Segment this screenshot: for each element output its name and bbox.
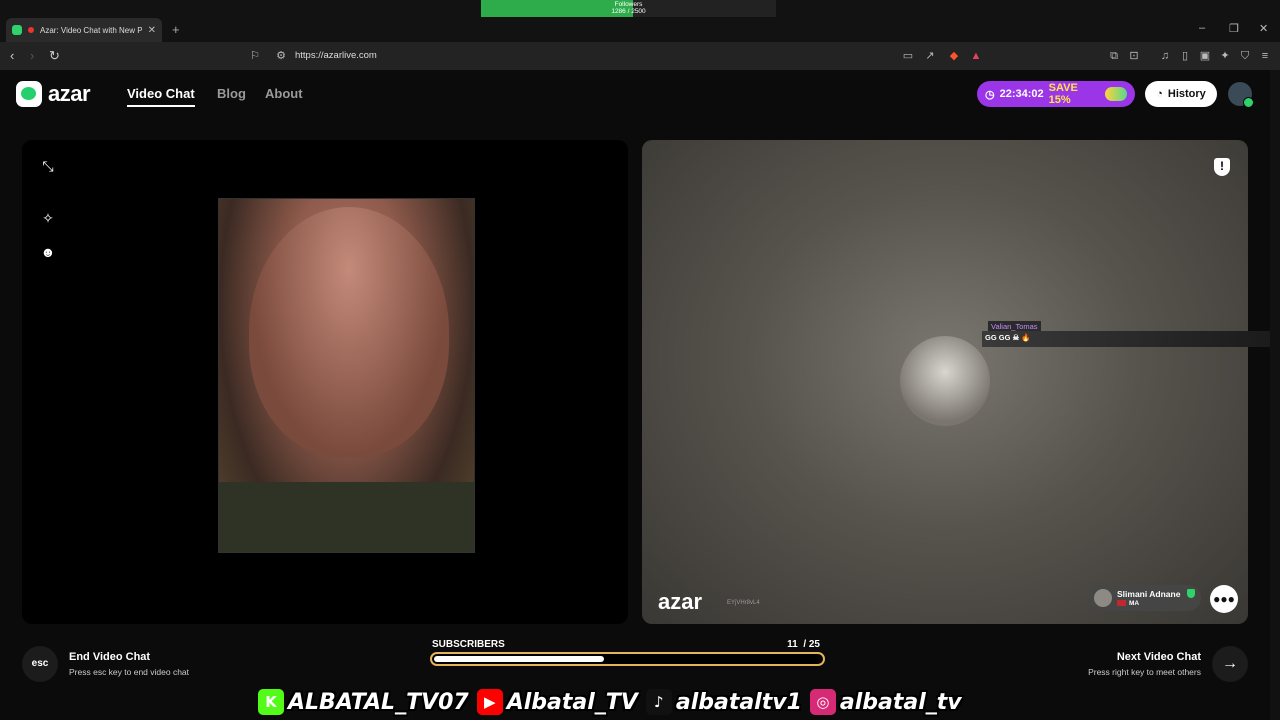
leo-ai-icon[interactable]: ✦: [1218, 49, 1232, 63]
extensions-icon[interactable]: ⧉: [1107, 49, 1121, 63]
nav-video-chat[interactable]: Video Chat: [127, 86, 195, 107]
share-icon[interactable]: ↗: [923, 49, 937, 63]
social-handle: ALBATAL_TV07: [288, 689, 469, 715]
azar-logo-text: azar: [48, 81, 91, 106]
report-shield-icon[interactable]: !: [1214, 158, 1230, 176]
end-chat-title: End Video Chat: [69, 651, 151, 663]
subscribers-progress-bar: [430, 652, 825, 666]
browser-tab[interactable]: Azar: Video Chat with New P ✕: [6, 18, 162, 42]
azar-logo[interactable]: azar: [16, 81, 91, 107]
instagram-icon: ◎: [809, 689, 836, 715]
self-camera-video: [218, 198, 475, 553]
wallet-icon[interactable]: ▣: [1198, 49, 1212, 63]
azar-watermark-logo: azar: [658, 589, 703, 614]
social-handle: Albatal_TV: [506, 689, 638, 715]
followers-goal-bar: Followers 1286 / 2500: [481, 0, 776, 17]
verified-badge-icon: [1187, 589, 1195, 598]
screenshot-icon[interactable]: ⊡: [1127, 49, 1141, 63]
forward-icon[interactable]: ›: [30, 48, 34, 63]
cast-icon[interactable]: ▭: [901, 49, 915, 63]
next-chat-hint: Press right key to meet others: [1088, 667, 1201, 677]
history-button[interactable]: ◔ History: [1145, 81, 1217, 107]
subscribers-progress-fill: [434, 656, 604, 662]
arrow-right-icon: →: [1222, 655, 1238, 672]
close-tab-icon[interactable]: ✕: [148, 25, 156, 36]
maximize-window-icon[interactable]: ❐: [1229, 22, 1239, 35]
new-tab-button[interactable]: +: [172, 22, 180, 37]
recording-indicator-icon: [28, 27, 34, 33]
partner-info-chip[interactable]: Slimani Adnane MA: [1089, 585, 1201, 611]
brave-shields-icon[interactable]: ◆: [947, 49, 961, 63]
nav-blog[interactable]: Blog: [217, 86, 246, 101]
kick-icon: K: [258, 689, 284, 715]
sidebar-icon[interactable]: ▯: [1178, 49, 1192, 63]
gems-icon: [1104, 87, 1127, 101]
end-chat-hint: Press esc key to end video chat: [69, 667, 190, 677]
vpn-icon[interactable]: ⛉: [1238, 49, 1252, 63]
bookmark-icon[interactable]: ⚐: [248, 49, 262, 63]
subscribers-label: SUBSCRIBERS: [432, 639, 505, 650]
menu-icon[interactable]: ≡: [1258, 49, 1272, 63]
followers-count: 1286 / 2500: [611, 8, 646, 15]
chat-bubble-icon: ●●●: [1213, 592, 1235, 606]
face-mask-icon[interactable]: ☻: [39, 243, 57, 261]
clock-icon: ◷: [985, 88, 995, 101]
scrollbar[interactable]: [1270, 70, 1280, 720]
watermark-code: EYjVHr8vL4: [727, 600, 760, 606]
youtube-icon: ▶: [476, 689, 503, 715]
history-clock-icon: ◔: [1156, 88, 1163, 100]
brave-rewards-icon[interactable]: ▲: [969, 49, 983, 63]
end-chat-button[interactable]: esc: [22, 646, 58, 682]
promo-save-text: SAVE 15%: [1048, 82, 1078, 106]
morocco-flag-icon: [1117, 600, 1126, 607]
history-label: History: [1167, 88, 1206, 100]
back-icon[interactable]: ‹: [10, 48, 14, 63]
message-button[interactable]: ●●●: [1210, 585, 1238, 613]
azar-favicon-icon: [12, 25, 22, 35]
partner-country: MA: [1129, 600, 1140, 607]
promo-timer: 22:34:02: [999, 88, 1044, 100]
social-handles-overlay: K ALBATAL_TV07 ▶ Albatal_TV ♪ albataltv1 ◎ alba…: [258, 686, 966, 718]
partner-avatar: [1094, 589, 1112, 607]
promo-button[interactable]: ◷ 22:34:02 SAVE 15%: [977, 81, 1135, 107]
minimize-window-icon[interactable]: –: [1199, 22, 1205, 34]
tiktok-icon: ♪: [645, 689, 672, 715]
social-handle: albatal_tv: [839, 689, 962, 715]
chat-message: GG GG ☠ 🔥: [982, 331, 1280, 347]
reload-icon[interactable]: ↻: [49, 48, 60, 64]
minimize-view-icon[interactable]: ⤡: [39, 157, 57, 175]
subscribers-count: 11 / 25: [787, 639, 820, 650]
site-info-icon[interactable]: ⚙: [274, 49, 288, 63]
media-icon[interactable]: ♫: [1158, 49, 1172, 63]
social-handle: albataltv1: [675, 689, 802, 715]
online-status-icon: [1243, 97, 1254, 108]
effects-wand-icon[interactable]: ✧: [39, 209, 57, 227]
partner-profile-thumbnail: [900, 336, 990, 426]
next-chat-button[interactable]: →: [1212, 646, 1248, 682]
close-window-icon[interactable]: ✕: [1259, 22, 1268, 35]
azar-logo-icon: [16, 81, 42, 107]
user-avatar[interactable]: [1228, 82, 1254, 108]
browser-toolbar: [0, 42, 1280, 70]
partner-name: Slimani Adnane: [1117, 589, 1181, 599]
tab-title: Azar: Video Chat with New P: [40, 25, 142, 35]
address-bar[interactable]: https://azarlive.com: [295, 50, 377, 61]
followers-label: Followers: [614, 1, 643, 8]
next-chat-title: Next Video Chat: [1116, 651, 1201, 663]
nav-about[interactable]: About: [265, 86, 303, 101]
